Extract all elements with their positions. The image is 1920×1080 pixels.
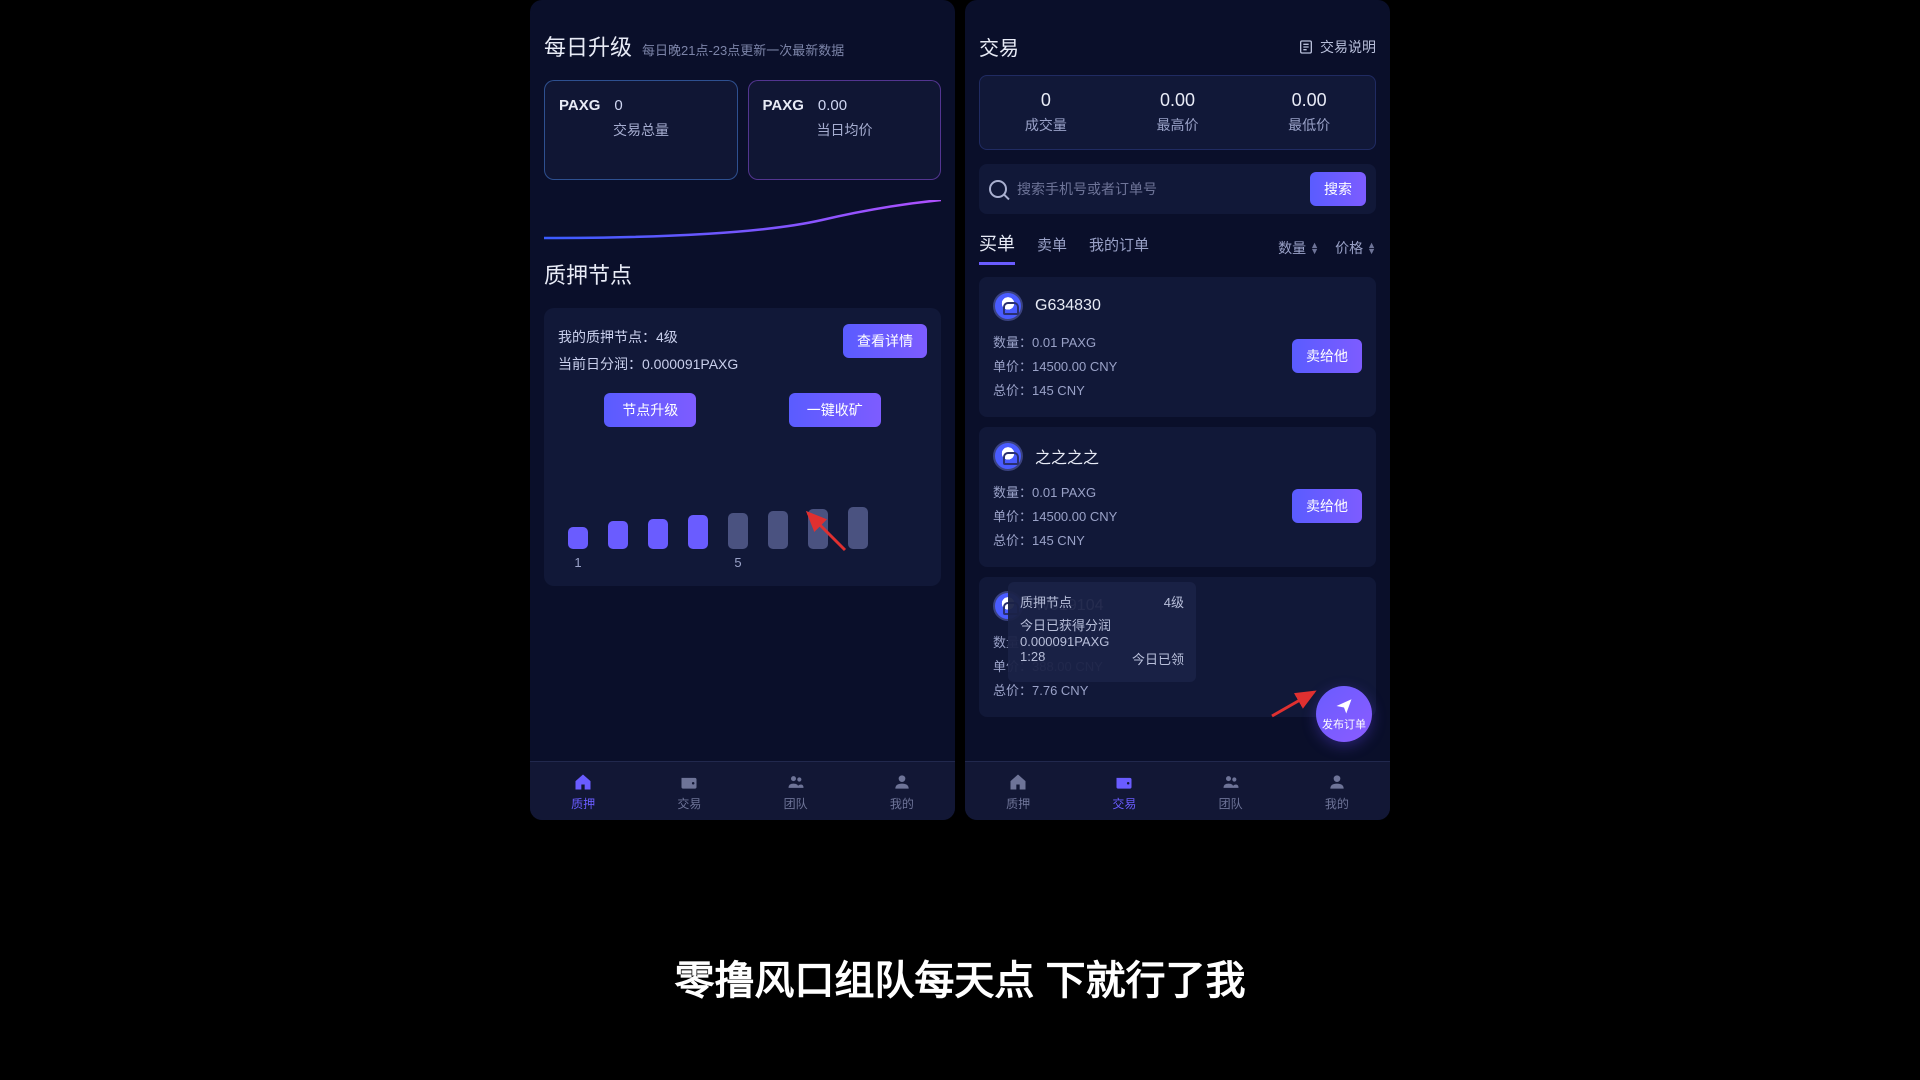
- collect-mining-button[interactable]: 一键收矿: [789, 393, 881, 427]
- bar-axis-label: 5: [728, 555, 748, 570]
- nav-team[interactable]: 团队: [1178, 772, 1284, 812]
- stat-label: 当日均价: [817, 120, 927, 140]
- bar: [688, 515, 708, 549]
- order-total: 总价：145 CNY: [993, 379, 1362, 403]
- order-username: G634830: [1035, 297, 1101, 315]
- pledge-level-label: 我的质押节点：: [558, 329, 656, 345]
- search-button[interactable]: 搜索: [1310, 172, 1366, 206]
- low-value: 0.00: [1243, 90, 1375, 111]
- nav-pledge[interactable]: 质押: [530, 772, 636, 812]
- tab-myorders[interactable]: 我的订单: [1089, 234, 1149, 261]
- search-input[interactable]: [1017, 181, 1300, 197]
- pledge-level-value: 4级: [656, 329, 678, 345]
- sell-to-button[interactable]: 卖给他: [1292, 489, 1362, 523]
- bar: [848, 507, 868, 549]
- sell-to-button[interactable]: 卖给他: [1292, 339, 1362, 373]
- document-icon: [1298, 39, 1314, 55]
- pledge-profit-label: 当前日分润：: [558, 356, 642, 372]
- low-label: 最低价: [1243, 115, 1375, 135]
- team-icon: [1220, 772, 1242, 792]
- home-icon: [572, 772, 594, 792]
- home-icon: [1007, 772, 1029, 792]
- market-stats: 0 成交量 0.00 最高价 0.00 最低价: [979, 75, 1376, 150]
- nav-pledge[interactable]: 质押: [965, 772, 1071, 812]
- trade-explain-link[interactable]: 交易说明: [1298, 37, 1376, 57]
- pledge-title: 质押节点: [544, 258, 632, 290]
- sort-quantity[interactable]: 数量▲▼: [1278, 238, 1319, 258]
- order-username: 之之之之: [1035, 444, 1099, 468]
- bar: [768, 511, 788, 549]
- user-icon: [1326, 772, 1348, 792]
- stat-card-avgprice: PAXG 0.00 当日均价: [748, 80, 942, 180]
- nav-mine[interactable]: 我的: [849, 772, 955, 812]
- daily-upgrade-title: 每日升级: [544, 30, 632, 62]
- volume-value: 0: [980, 90, 1112, 111]
- stat-ticker: PAXG: [763, 97, 804, 114]
- avatar-icon: [993, 441, 1023, 471]
- nav-trade[interactable]: 交易: [1071, 772, 1177, 812]
- user-icon: [891, 772, 913, 792]
- bar-axis-label: 1: [568, 555, 588, 570]
- team-icon: [785, 772, 807, 792]
- video-caption: 零撸风口组队每天点 下就行了我: [674, 948, 1245, 1006]
- view-detail-button[interactable]: 查看详情: [843, 324, 927, 358]
- daily-upgrade-header: 每日升级 每日晚21点-23点更新一次最新数据: [544, 30, 941, 62]
- trade-title: 交易: [979, 32, 1019, 61]
- bar-chart: [558, 497, 927, 549]
- search-bar: 搜索: [979, 164, 1376, 214]
- tab-sell[interactable]: 卖单: [1037, 234, 1067, 261]
- sort-arrows-icon: ▲▼: [1310, 242, 1319, 254]
- publish-order-fab[interactable]: 发布订单: [1316, 686, 1372, 742]
- order-card: 之之之之 数量：0.01 PAXG 单价：14500.00 CNY 总价：145…: [979, 427, 1376, 567]
- bottom-nav: 质押 交易 团队 我的: [530, 761, 955, 820]
- avatar-icon: [993, 291, 1023, 321]
- wallet-icon: [678, 772, 700, 792]
- daily-upgrade-sub: 每日晚21点-23点更新一次最新数据: [642, 40, 844, 59]
- stat-value: 0.00: [818, 97, 847, 114]
- search-icon: [989, 180, 1007, 198]
- pledge-profit-value: 0.000091PAXG: [642, 356, 738, 372]
- stat-card-volume: PAXG 0 交易总量: [544, 80, 738, 180]
- tab-buy[interactable]: 买单: [979, 230, 1015, 265]
- bar: [648, 519, 668, 549]
- order-total: 总价：7.76 CNY: [993, 679, 1362, 703]
- volume-label: 成交量: [980, 115, 1112, 135]
- stat-value: 0: [614, 97, 622, 114]
- high-label: 最高价: [1112, 115, 1244, 135]
- decorative-curve: [544, 200, 941, 240]
- order-total: 总价：145 CNY: [993, 529, 1362, 553]
- left-phone: 每日升级 每日晚21点-23点更新一次最新数据 PAXG 0 交易总量 PAXG…: [530, 0, 955, 820]
- sort-price[interactable]: 价格▲▼: [1335, 238, 1376, 258]
- bar: [568, 527, 588, 549]
- sort-arrows-icon: ▲▼: [1367, 242, 1376, 254]
- pledge-panel: 我的质押节点：4级 当前日分润：0.000091PAXG 查看详情 节点升级 一…: [544, 308, 941, 586]
- bar: [808, 509, 828, 549]
- bar: [608, 521, 628, 549]
- upgrade-node-button[interactable]: 节点升级: [604, 393, 696, 427]
- bar: [728, 513, 748, 549]
- bottom-nav: 质押 交易 团队 我的: [965, 761, 1390, 820]
- high-value: 0.00: [1112, 90, 1244, 111]
- stat-ticker: PAXG: [559, 97, 600, 114]
- wallet-icon: [1113, 772, 1135, 792]
- right-phone: 交易 交易说明 0 成交量 0.00 最高价 0.00 最低价 搜索 买单 卖单 我的…: [965, 0, 1390, 820]
- order-card: G634830 数量：0.01 PAXG 单价：14500.00 CNY 总价：…: [979, 277, 1376, 417]
- nav-mine[interactable]: 我的: [1284, 772, 1390, 812]
- stat-label: 交易总量: [613, 120, 723, 140]
- nav-team[interactable]: 团队: [743, 772, 849, 812]
- send-icon: [1334, 697, 1354, 715]
- pledge-tooltip: 质押节点4级 今日已获得分润0.000091PAXG 1:28今日已领: [1008, 582, 1196, 682]
- nav-trade[interactable]: 交易: [636, 772, 742, 812]
